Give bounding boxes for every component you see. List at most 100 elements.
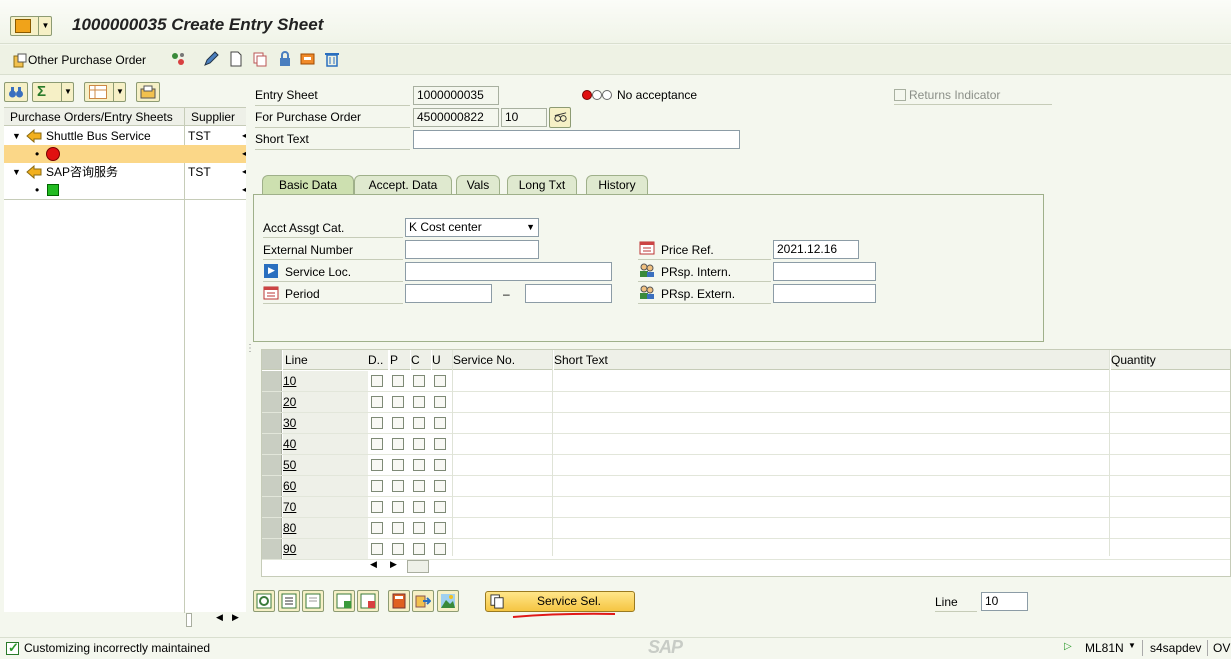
row-checkbox[interactable] [371,417,383,429]
row-checkbox[interactable] [413,522,425,534]
period-from-input[interactable] [405,284,492,303]
tree-node-sheet-2[interactable]: • ◂ [4,181,246,199]
tab-history[interactable]: History [586,175,648,195]
service-selection-button[interactable]: Service Sel. [485,591,635,612]
row-checkbox[interactable] [413,417,425,429]
returns-indicator-checkbox[interactable] [894,89,906,101]
row-checkbox[interactable] [413,459,425,471]
transfer-button[interactable] [412,590,434,612]
row-checkbox[interactable] [392,543,404,555]
row-checkbox[interactable] [371,438,383,450]
row-checkbox[interactable] [413,375,425,387]
tree-node-po-2[interactable]: ▼ SAP咨询服务 TST ◂ [4,163,246,181]
table-scrollbar-thumb[interactable] [407,560,429,573]
column-header-p[interactable]: P [390,350,410,370]
row-checkbox[interactable] [371,522,383,534]
line-number-link[interactable]: 40 [283,437,296,451]
tab-basic-data[interactable]: Basic Data [262,175,354,195]
row-checkbox[interactable] [371,543,383,555]
table-row[interactable]: 80 [262,518,1230,539]
prsp-extern-input[interactable] [773,284,876,303]
calculator-button[interactable] [388,590,410,612]
column-header-short-text[interactable]: Short Text [554,350,1109,370]
copy-icon[interactable] [252,51,268,67]
row-selector[interactable] [262,455,282,475]
layout-button[interactable]: ▼ [84,82,126,102]
short-text-input[interactable] [413,130,740,149]
row-checkbox[interactable] [371,459,383,471]
table-row[interactable]: 30 [262,413,1230,434]
table-row[interactable]: 20 [262,392,1230,413]
deselect-all-button[interactable] [302,590,324,612]
row-checkbox[interactable] [371,396,383,408]
scroll-right-icon[interactable]: ▶ [390,559,397,570]
price-ref-input[interactable]: 2021.12.16 [773,240,859,259]
column-header-line[interactable]: Line [283,350,368,370]
row-selector[interactable] [262,539,282,559]
row-checkbox[interactable] [434,417,446,429]
row-selector[interactable] [262,413,282,433]
row-checkbox[interactable] [434,438,446,450]
row-checkbox[interactable] [434,543,446,555]
service-loc-input[interactable] [405,262,612,281]
external-number-input[interactable] [405,240,539,259]
tab-vals[interactable]: Vals [456,175,500,195]
column-header-service-no[interactable]: Service No. [453,350,553,370]
line-number-link[interactable]: 90 [283,542,296,556]
row-checkbox[interactable] [413,543,425,555]
line-input[interactable]: 10 [981,592,1028,611]
row-checkbox[interactable] [434,459,446,471]
table-row[interactable]: 70 [262,497,1230,518]
row-checkbox[interactable] [434,480,446,492]
row-checkbox[interactable] [413,396,425,408]
scroll-left-icon[interactable]: ◀ [216,612,223,623]
row-checkbox[interactable] [413,480,425,492]
column-header-c[interactable]: C [411,350,431,370]
row-checkbox[interactable] [434,396,446,408]
lock-icon[interactable] [277,51,293,67]
table-row[interactable]: 60 [262,476,1230,497]
row-selector[interactable] [262,518,282,538]
sum-button[interactable]: Σ ▼ [32,82,74,102]
column-header-deleted[interactable]: D.. [368,350,388,370]
line-number-link[interactable]: 30 [283,416,296,430]
row-checkbox[interactable] [392,375,404,387]
row-checkbox[interactable] [392,438,404,450]
row-checkbox[interactable] [371,501,383,513]
select-all-button[interactable] [278,590,300,612]
other-po-button[interactable]: Other Purchase Order [12,51,146,69]
table-row[interactable]: 90 [262,539,1230,560]
row-checkbox[interactable] [392,501,404,513]
settings-button[interactable] [136,82,160,102]
document-flow-icon[interactable] [170,51,186,67]
row-checkbox[interactable] [434,522,446,534]
line-number-link[interactable]: 50 [283,458,296,472]
row-selector[interactable] [262,371,282,391]
line-number-link[interactable]: 10 [283,374,296,388]
line-number-link[interactable]: 60 [283,479,296,493]
line-number-link[interactable]: 80 [283,521,296,535]
message-icon[interactable] [300,51,316,67]
column-header-quantity[interactable]: Quantity [1111,350,1230,370]
prsp-intern-input[interactable] [773,262,876,281]
scroll-right-icon[interactable]: ▶ [232,612,239,623]
delete-icon[interactable] [324,51,340,67]
insert-row-button[interactable] [333,590,355,612]
play-icon[interactable]: ▷ [1064,641,1072,652]
row-checkbox[interactable] [413,501,425,513]
system-menu-button[interactable]: ▼ [10,16,52,36]
chevron-down-icon[interactable]: ▼ [1128,641,1136,650]
table-row[interactable]: 40 [262,434,1230,455]
row-checkbox[interactable] [392,480,404,492]
po-display-button[interactable] [549,107,571,128]
create-icon[interactable] [228,51,244,67]
row-selector[interactable] [262,434,282,454]
model-service-button[interactable] [437,590,459,612]
tree-node-sheet-1[interactable]: • ◂ [4,145,246,163]
status-message[interactable]: Customizing incorrectly maintained [24,641,210,655]
row-checkbox[interactable] [392,459,404,471]
table-row[interactable]: 50 [262,455,1230,476]
acct-assgt-select[interactable]: K Cost center ▼ [405,218,539,237]
period-to-input[interactable] [525,284,612,303]
scroll-left-icon[interactable]: ◀ [370,559,377,570]
